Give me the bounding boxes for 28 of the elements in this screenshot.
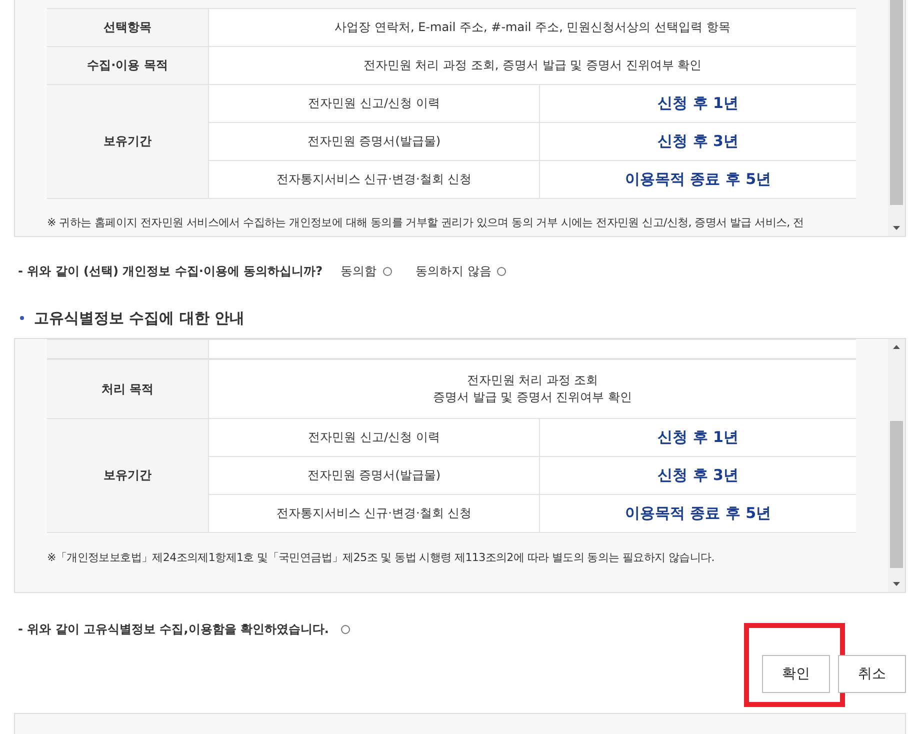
- record-type: 전자통지서비스 신규·변경·철회 신청: [208, 494, 540, 532]
- scroll-thumb[interactable]: [890, 0, 903, 205]
- row-value: 전자민원 처리 과정 조회 증명서 발급 및 증명서 진위여부 확인: [208, 360, 856, 418]
- row-label: 보유기간: [47, 418, 208, 532]
- radio-button[interactable]: [497, 266, 506, 276]
- bullet-icon: [20, 316, 24, 320]
- radio-button[interactable]: [382, 266, 392, 276]
- record-type: 전자통지서비스 신규·변경·철회 신청: [208, 160, 540, 198]
- confirm-button[interactable]: 확인: [762, 655, 830, 693]
- consent-question: - 위와 같이 (선택) 개인정보 수집·이용에 동의하십니까?: [18, 262, 323, 280]
- section-heading: 고유식별정보 수집에 대한 안내: [34, 308, 245, 328]
- scroll-thumb[interactable]: [890, 421, 903, 568]
- notice-text: ※ 귀하는 홈페이지 전자민원 서비스에서 수집하는 개인정보에 대해 동의를 거부할 권리가 있으며 동의 거부 시에는 전자민원 신고/신청, 증명서 발급 서비스, 전: [47, 215, 804, 231]
- radio-button[interactable]: [341, 624, 350, 634]
- radio-label: 동의하지 않음: [416, 262, 492, 280]
- row-label: 보유기간: [47, 84, 208, 198]
- notice-text: ※「개인정보보호법」제24조의제1항제1호 및「국민연금법」제25조 및 동법 시행령 제113조의2에 따라 별도의 동의는 필요하지 않습니다.: [47, 550, 714, 566]
- record-type: 전자민원 증명서(발급물): [208, 122, 540, 160]
- record-type: 전자민원 신고/신청 이력: [208, 418, 540, 456]
- row-label: 처리 목적: [47, 360, 208, 418]
- cancel-button[interactable]: 취소: [838, 655, 906, 693]
- row-label: 수집·이용 목적: [47, 46, 208, 84]
- record-type: 전자민원 신고/신청 이력: [208, 84, 540, 122]
- record-type: 전자민원 증명서(발급물): [208, 456, 540, 494]
- radio-label: 동의함: [340, 262, 377, 280]
- row-value: 사업장 연락처, E-mail 주소, #-mail 주소, 민원신청서상의 선택입력 항목: [208, 8, 856, 46]
- row-label: 선택항목: [47, 8, 208, 46]
- confirmation-text: - 위와 같이 고유식별정보 수집,이용함을 확인하였습니다.: [18, 620, 329, 638]
